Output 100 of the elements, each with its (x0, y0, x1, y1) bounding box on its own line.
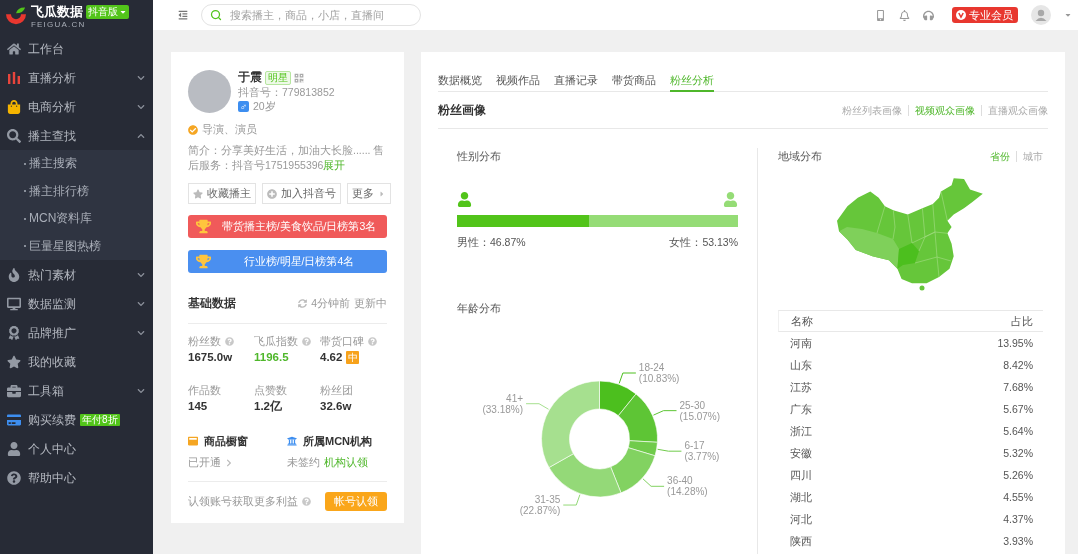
slice-label: 41+ (33.18%) (482, 392, 524, 415)
avatar-icon[interactable] (1031, 5, 1051, 25)
table-cell: 陕西 (790, 535, 812, 547)
ranking-banner[interactable]: 带货播主榜/美食饮品/日榜第3名 (188, 215, 387, 238)
stat-label: 粉丝数 (188, 335, 221, 347)
tab[interactable]: 带货商品 (612, 52, 656, 92)
female-share: 女性：53.13% (669, 236, 738, 248)
membership-button[interactable]: 专业会员 (952, 7, 1018, 23)
check-badge-icon (188, 124, 198, 135)
flame-icon (7, 267, 21, 282)
submenu-item[interactable]: MCN资料库 (0, 205, 153, 233)
window-icon (188, 436, 198, 446)
table-cell: 5.32% (1003, 447, 1033, 459)
briefcase-icon (7, 383, 21, 398)
stat-label: 飞瓜指数 (254, 335, 298, 347)
chart-title: 地域分布 (778, 150, 822, 162)
sidebar-item[interactable]: 数据监测 (0, 289, 153, 318)
tab[interactable]: 数据概览 (438, 52, 482, 92)
submenu-item[interactable]: 播主排行榜 (0, 177, 153, 205)
sidebar-item[interactable]: 工作台 (0, 34, 153, 63)
stat-value: 1196.5 (254, 351, 289, 364)
sidebar-item[interactable]: 我的收藏 (0, 347, 153, 376)
credit-card-icon (7, 412, 21, 427)
help-icon (7, 470, 21, 485)
bio-text: 简介：分享美好生活，加油大长脸...... 售后服务：抖音号1751955396展开 (188, 143, 386, 173)
sidebar-item[interactable]: 个人中心 (0, 434, 153, 463)
sidebar-item[interactable]: 购买续费 年付8折 (0, 405, 153, 434)
chevron-right-icon[interactable] (225, 458, 233, 467)
service-status: 已开通 (188, 456, 221, 469)
monitor-icon (7, 296, 21, 311)
caret-icon[interactable] (1064, 11, 1072, 19)
sidebar-item[interactable]: 热门素材 (0, 260, 153, 289)
sidebar-item[interactable]: 品牌推广 (0, 318, 153, 347)
creator-name: 于震 (238, 69, 262, 86)
add-account-button[interactable]: 加入抖音号 (262, 183, 341, 204)
leader-line (525, 403, 550, 410)
person-icon (457, 192, 472, 207)
table-cell: 3.93% (1003, 535, 1033, 547)
more-button[interactable]: 更多 (347, 183, 391, 204)
shopping-bag-icon (7, 99, 21, 114)
help-icon[interactable] (302, 497, 311, 506)
stat-value: 4.62 (320, 351, 343, 364)
refresh-icon[interactable] (298, 299, 308, 308)
table-cell: 5.64% (1003, 425, 1033, 437)
table-cell: 13.95% (997, 337, 1033, 349)
sidebar-item[interactable]: 播主查找 (0, 121, 153, 150)
male-share: 男性：46.87% (457, 236, 526, 248)
table-cell: 广东 (790, 403, 812, 415)
star-icon (7, 354, 21, 369)
table-cell: 8.42% (1003, 359, 1033, 371)
award-icon (7, 325, 21, 340)
help-icon[interactable] (225, 336, 234, 346)
slice-label: 18-24 (10.83%) (638, 362, 680, 384)
search-icon (210, 9, 222, 21)
home-icon (7, 41, 21, 56)
badge-icon (956, 10, 966, 20)
slice-label: 31-35 (22.87%) (519, 494, 561, 517)
sidebar-item[interactable]: 工具箱 (0, 376, 153, 405)
sidebar-item[interactable]: 电商分析 (0, 92, 153, 121)
menu-icon[interactable] (178, 10, 188, 20)
stat-label: 点赞数 (254, 384, 287, 396)
search-icon (7, 128, 21, 143)
stat-value: 1675.0w (188, 351, 233, 364)
column-header: 名称 (791, 315, 813, 327)
bank-icon (287, 436, 297, 446)
favorite-button[interactable]: 收藏播主 (188, 183, 256, 204)
stat-label: 作品数 (188, 384, 221, 396)
stat-label: 粉丝团 (320, 384, 353, 396)
section-title: 基础数据 (188, 296, 236, 311)
table-cell: 4.55% (1003, 491, 1033, 503)
table-cell: 安徽 (790, 447, 812, 459)
table-cell: 浙江 (790, 425, 812, 437)
chart-title: 年龄分布 (457, 302, 502, 314)
phone-icon[interactable] (875, 9, 886, 21)
table-cell: 四川 (790, 469, 812, 481)
sidebar-item[interactable]: 直播分析 (0, 63, 153, 92)
submenu-item[interactable]: 巨量星图热榜 (0, 232, 153, 260)
help-icon[interactable] (368, 336, 377, 346)
leader-line (642, 478, 665, 487)
tab[interactable]: 直播记录 (554, 52, 598, 92)
bell-icon[interactable] (899, 9, 910, 21)
table-cell: 5.67% (1003, 403, 1033, 415)
headset-icon[interactable] (923, 9, 934, 21)
tab[interactable]: 视频作品 (496, 52, 540, 92)
sidebar-item[interactable]: 帮助中心 (0, 463, 153, 492)
slice-label: 25-30 (15.07%) (679, 399, 721, 422)
occupation: 导演、演员 (202, 123, 257, 136)
table-cell: 河南 (790, 337, 812, 349)
leader-line (657, 448, 682, 452)
avatar-photo-placeholder (188, 70, 231, 113)
user-icon (7, 441, 21, 456)
slice-label: 36-40 (14.28%) (667, 475, 708, 498)
submenu-item[interactable]: 播主搜索 (0, 150, 153, 178)
qr-code-icon[interactable] (294, 72, 304, 83)
slice-label: 6-17 (3.77%) (684, 440, 720, 463)
help-icon[interactable] (302, 336, 311, 346)
star-icon (193, 188, 203, 199)
section-title: 粉丝画像 (438, 102, 486, 118)
trophy-icon (196, 254, 211, 269)
caret-icon (378, 189, 386, 198)
